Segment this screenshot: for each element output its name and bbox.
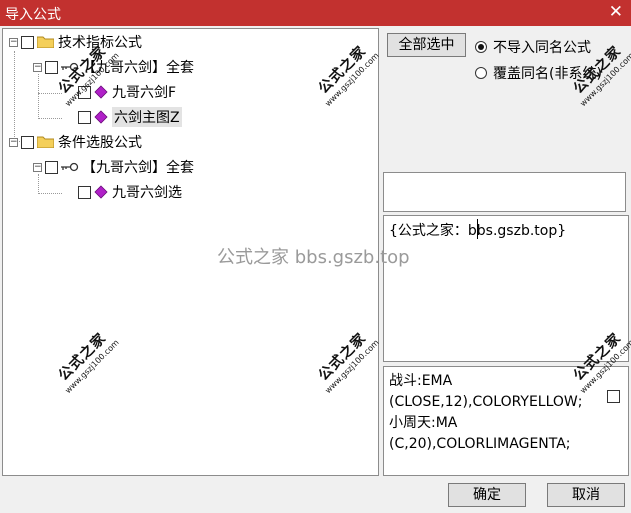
info-box (383, 172, 626, 212)
checkbox[interactable] (78, 85, 91, 99)
checkbox[interactable] (45, 60, 58, 74)
tree-item-formula[interactable]: 六剑主图Z (78, 106, 182, 128)
tree-guide (38, 93, 62, 94)
ok-button[interactable]: 确定 (448, 483, 526, 507)
key-icon (61, 162, 79, 172)
text-caret (477, 219, 478, 239)
tree-guide (38, 193, 62, 194)
tree-item-label: 【九哥六剑】全套 (82, 60, 194, 76)
tree-item-label: 六剑主图Z (112, 107, 182, 127)
collapse-icon[interactable]: − (33, 162, 42, 172)
collapse-icon[interactable]: − (33, 62, 42, 72)
window-title: 导入公式 (5, 7, 61, 23)
source-line: 小周天:MA (389, 415, 458, 431)
checkbox[interactable] (21, 35, 34, 49)
tree-guide (14, 51, 15, 141)
radio-overwrite-same-name[interactable]: 覆盖同名(非系统) (475, 63, 602, 83)
source-checkbox[interactable] (607, 390, 620, 403)
folder-icon (37, 136, 54, 148)
checkbox[interactable] (21, 135, 34, 149)
tree-item-formula[interactable]: 九哥六剑选 (78, 181, 182, 203)
tree-item-key-set-1[interactable]: − 【九哥六剑】全套 (33, 56, 194, 78)
radio-button[interactable] (475, 41, 487, 53)
folder-icon (37, 36, 54, 48)
source-line: (CLOSE,12),COLORYELLOW; (389, 394, 583, 410)
checkbox[interactable] (78, 185, 91, 199)
checkbox[interactable] (78, 110, 91, 124)
source-line: (C,20),COLORLIMAGENTA; (389, 436, 571, 452)
select-all-button[interactable]: 全部选中 (387, 33, 466, 57)
collapse-icon[interactable]: − (9, 137, 18, 147)
formula-icon (94, 110, 108, 124)
radio-label: 不导入同名公式 (493, 40, 591, 56)
tree-item-label: 技术指标公式 (58, 35, 142, 51)
radio-skip-same-name[interactable]: 不导入同名公式 (475, 37, 591, 57)
tree-item-label: 九哥六剑F (112, 85, 177, 101)
key-icon (61, 62, 79, 72)
formula-icon (94, 185, 108, 199)
tree-item-formula[interactable]: 九哥六剑F (78, 81, 176, 103)
radio-button[interactable] (475, 67, 487, 79)
tree-item-label: 九哥六剑选 (112, 185, 182, 201)
formula-icon (94, 85, 108, 99)
source-line: 战斗:EMA (389, 373, 453, 389)
tree-guide (38, 118, 62, 119)
tree-item-label: 【九哥六剑】全套 (82, 160, 194, 176)
radio-label: 覆盖同名(非系统) (493, 66, 602, 82)
close-icon[interactable]: ✕ (609, 2, 623, 22)
center-watermark: 公式之家 bbs.gszb.top (217, 247, 410, 268)
cancel-button[interactable]: 取消 (547, 483, 625, 507)
collapse-icon[interactable]: − (9, 37, 18, 47)
tree-item-indicator-folder[interactable]: − 技术指标公式 (9, 31, 142, 53)
title-bar: 导入公式 ✕ (0, 0, 631, 26)
formula-source-text: 战斗:EMA (CLOSE,12),COLORYELLOW; 小周天:MA (C… (389, 371, 583, 455)
tree-guide (38, 74, 39, 119)
checkbox[interactable] (45, 160, 58, 174)
tree-item-key-set-2[interactable]: − 【九哥六剑】全套 (33, 156, 194, 178)
tree-item-label: 条件选股公式 (58, 135, 142, 151)
tree-item-screening-folder[interactable]: − 条件选股公式 (9, 131, 142, 153)
